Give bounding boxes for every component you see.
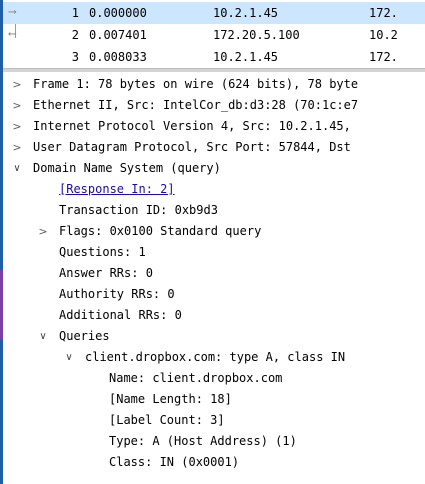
wireshark-window: ⟶ 1 0.000000 10.2.1.45 172. ⟵ 2 0.007401… [0, 0, 425, 484]
tree-item-label: Additional RRs: 0 [59, 308, 182, 322]
tree-item-label: Internet Protocol Version 4, Src: 10.2.1… [33, 119, 351, 133]
tree-item-class[interactable]: Class: IN (0x0001) [3, 452, 425, 473]
tree-item-label: [Label Count: 3] [109, 413, 225, 427]
tree-item-label-count[interactable]: [Label Count: 3] [3, 410, 425, 431]
packet-no: 2 [71, 28, 79, 42]
tree-item-flags[interactable]: > Flags: 0x0100 Standard query [3, 221, 425, 242]
tree-item-additional-rrs[interactable]: Additional RRs: 0 [3, 305, 425, 326]
request-arrow-icon: ⟶ [9, 5, 16, 18]
tree-item-label: [Name Length: 18] [109, 392, 232, 406]
packet-row-3[interactable]: 3 0.008033 10.2.1.45 172. [3, 46, 425, 68]
tree-item-name-length[interactable]: [Name Length: 18] [3, 389, 425, 410]
chevron-down-icon[interactable]: ∨ [37, 326, 49, 347]
packet-no: 3 [71, 50, 79, 64]
tree-item-questions[interactable]: Questions: 1 [3, 242, 425, 263]
tree-item-label: Flags: 0x0100 Standard query [59, 224, 262, 238]
packet-no: 1 [71, 6, 79, 20]
packet-time: 0.008033 [89, 50, 147, 64]
tree-item-label: Name: client.dropbox.com [109, 371, 283, 385]
tree-item-dns[interactable]: ∨ Domain Name System (query) [3, 158, 425, 179]
tree-item-label: Questions: 1 [59, 245, 146, 259]
tree-item-name[interactable]: Name: client.dropbox.com [3, 368, 425, 389]
chevron-right-icon[interactable]: > [11, 74, 23, 95]
tree-item-answer-rrs[interactable]: Answer RRs: 0 [3, 263, 425, 284]
packet-destination: 172. [369, 50, 398, 64]
tree-item-queries[interactable]: ∨ Queries [3, 326, 425, 347]
tree-item-query[interactable]: ∨ client.dropbox.com: type A, class IN [3, 347, 425, 368]
tree-item-type[interactable]: Type: A (Host Address) (1) [3, 431, 425, 452]
tree-item-authority-rrs[interactable]: Authority RRs: 0 [3, 284, 425, 305]
chevron-right-icon[interactable]: > [37, 221, 49, 242]
tree-item-label: Domain Name System (query) [33, 161, 221, 175]
packet-destination: 172. [369, 6, 398, 20]
packet-destination: 10.2 [369, 28, 398, 42]
response-in-link[interactable]: [Response In: 2] [59, 179, 175, 200]
tree-item-label: Class: IN (0x0001) [109, 455, 240, 469]
tree-item-label: Answer RRs: 0 [59, 266, 153, 280]
tree-item-label: Type: A (Host Address) (1) [109, 434, 297, 448]
packet-row-2[interactable]: ⟵ 2 0.007401 172.20.5.100 10.2 [3, 24, 425, 46]
packet-time: 0.000000 [89, 6, 147, 20]
tree-item-label: User Datagram Protocol, Src Port: 57844,… [33, 140, 351, 154]
packet-source: 10.2.1.45 [213, 6, 279, 20]
packet-details-tree[interactable]: > Frame 1: 78 bytes on wire (624 bits), … [3, 72, 425, 484]
chevron-right-icon[interactable]: > [11, 116, 23, 137]
tree-item-frame[interactable]: > Frame 1: 78 bytes on wire (624 bits), … [3, 74, 425, 95]
packet-time: 0.007401 [89, 28, 147, 42]
packet-source: 10.2.1.45 [213, 50, 279, 64]
packet-list[interactable]: ⟶ 1 0.000000 10.2.1.45 172. ⟵ 2 0.007401… [3, 0, 425, 68]
tree-item-response-in[interactable]: [Response In: 2] [3, 179, 425, 200]
tree-item-label: client.dropbox.com: type A, class IN [85, 350, 346, 364]
chevron-down-icon[interactable]: ∨ [11, 158, 23, 179]
tree-item-udp[interactable]: > User Datagram Protocol, Src Port: 5784… [3, 137, 425, 158]
response-arrow-icon: ⟵ [9, 27, 16, 40]
tree-item-label: Authority RRs: 0 [59, 287, 175, 301]
packet-source: 172.20.5.100 [213, 28, 300, 42]
tree-item-ethernet[interactable]: > Ethernet II, Src: IntelCor_db:d3:28 (7… [3, 95, 425, 116]
tree-item-label: Frame 1: 78 bytes on wire (624 bits), 78… [33, 77, 359, 91]
chevron-right-icon[interactable]: > [11, 95, 23, 116]
tree-item-label: Transaction ID: 0xb9d3 [59, 203, 218, 217]
chevron-right-icon[interactable]: > [11, 137, 23, 158]
tree-item-label: Queries [59, 329, 110, 343]
packet-row-1[interactable]: ⟶ 1 0.000000 10.2.1.45 172. [3, 2, 425, 24]
tree-item-label: Ethernet II, Src: IntelCor_db:d3:28 (70:… [33, 98, 359, 112]
tree-item-ip[interactable]: > Internet Protocol Version 4, Src: 10.2… [3, 116, 425, 137]
chevron-down-icon[interactable]: ∨ [63, 347, 75, 368]
tree-item-transaction-id[interactable]: Transaction ID: 0xb9d3 [3, 200, 425, 221]
